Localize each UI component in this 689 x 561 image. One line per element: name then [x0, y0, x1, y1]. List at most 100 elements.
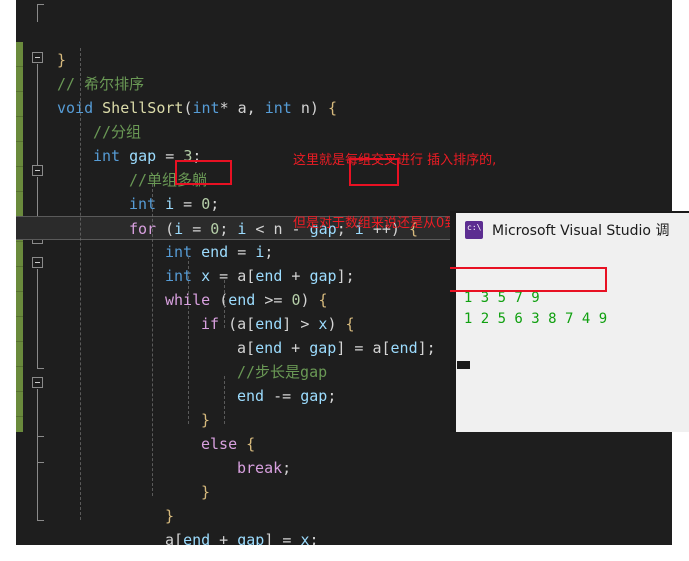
code-token: end [228, 291, 256, 309]
code-token: for [129, 220, 157, 238]
code-token: < [246, 220, 274, 238]
code-token: gap [237, 531, 265, 545]
code-token: -= [264, 387, 301, 405]
code-line[interactable]: else { [53, 432, 672, 456]
code-line[interactable]: a[end + gap] = x; [53, 528, 672, 545]
code-token: ; [219, 220, 238, 238]
code-token: // 希尔排序 [57, 75, 145, 93]
code-token: = [183, 220, 211, 238]
code-token: ; [327, 387, 337, 405]
code-token: } [165, 507, 175, 525]
fold-toggle-for-loop[interactable] [32, 165, 43, 176]
screenshot-root: }// 希尔排序 void ShellSort(int* a, int n) {/… [0, 0, 689, 561]
code-token: { [318, 291, 328, 309]
code-token: 0 [210, 220, 220, 238]
code-line[interactable]: // 希尔排序 [53, 72, 672, 96]
code-token: a [165, 531, 175, 545]
code-token: int [165, 267, 193, 285]
code-line[interactable]: } [53, 48, 672, 72]
code-token: = [156, 147, 184, 165]
console-output-line: 0 1 3 5 7 9 [456, 290, 540, 306]
code-token: [ [174, 531, 184, 545]
code-line[interactable]: } [53, 480, 672, 504]
code-token: end [237, 387, 265, 405]
code-line[interactable]: } [53, 504, 672, 528]
code-token: [ [246, 267, 256, 285]
code-token: a [372, 339, 382, 357]
code-token: ( [228, 315, 238, 333]
fold-guide-tick [37, 436, 44, 437]
console-title-text: Microsoft Visual Studio 调 [492, 222, 670, 239]
code-token: } [201, 411, 211, 429]
code-token: ) [327, 315, 346, 333]
outlining-gutter[interactable] [23, 0, 53, 545]
code-token: int [192, 99, 220, 117]
code-token: = [174, 195, 202, 213]
code-token: ; [264, 243, 274, 261]
code-line[interactable]: break; [53, 456, 672, 480]
code-token: else [201, 435, 238, 453]
code-token: ; [210, 195, 220, 213]
code-token: a [237, 99, 247, 117]
console-app-icon [465, 220, 483, 239]
code-token: { [246, 435, 256, 453]
code-token: int [165, 243, 193, 261]
console-cursor [457, 361, 470, 369]
code-token: if [201, 315, 220, 333]
code-token: [ [246, 315, 256, 333]
code-token: = [210, 267, 238, 285]
code-token: //步长是gap [237, 363, 328, 381]
code-token: end [183, 531, 211, 545]
code-token: , [246, 99, 265, 117]
code-token: = [228, 243, 256, 261]
code-token: ShellSort [102, 99, 184, 117]
code-token: * [219, 99, 229, 117]
fold-guide-tick [37, 4, 44, 5]
code-token: ; [282, 459, 292, 477]
console-output: 0 1 3 5 7 95 1 2 5 6 3 8 7 4 9 D:\c-lear… [456, 246, 689, 432]
fold-toggle-if-block[interactable] [32, 257, 43, 268]
code-token: ] [282, 315, 292, 333]
console-title-bar[interactable]: Microsoft Visual Studio 调 [456, 213, 689, 246]
code-token: int [93, 147, 121, 165]
code-token: + [282, 339, 310, 357]
code-token: } [57, 51, 67, 69]
fold-guide-line [37, 389, 38, 436]
code-token: } [201, 483, 211, 501]
code-token: int [129, 195, 157, 213]
code-token: ] [417, 339, 427, 357]
code-token: 0 [201, 195, 211, 213]
code-token: x [300, 531, 310, 545]
code-token: n [273, 220, 283, 238]
debug-console-window[interactable]: Microsoft Visual Studio 调 0 1 3 5 7 9 5 1… [450, 211, 689, 432]
code-token: = [345, 339, 373, 357]
code-token: end [255, 315, 283, 333]
code-token: gap [300, 387, 328, 405]
code-token: //分组 [93, 123, 142, 141]
code-token: = [273, 531, 301, 545]
code-token: i [174, 220, 184, 238]
code-token: ; [192, 147, 202, 165]
code-token: [ [246, 339, 256, 357]
code-token: ; [309, 531, 319, 545]
fold-toggle-function[interactable] [32, 52, 43, 63]
code-token: >= [255, 291, 292, 309]
console-output-lines: 0 1 3 5 7 9 5 1 2 5 6 3 8 7 4 9 [456, 288, 689, 330]
code-token: ) [300, 291, 319, 309]
code-token: void [57, 99, 94, 117]
code-token: end [201, 243, 229, 261]
fold-guide-tick [37, 368, 44, 369]
fold-toggle-else-block[interactable] [32, 377, 43, 388]
code-token: //单组多躺 [129, 171, 208, 189]
fold-guide-tick [37, 462, 44, 463]
code-token: ( [219, 291, 229, 309]
console-output-line: 5 1 2 5 6 3 8 7 4 9 [456, 311, 608, 327]
code-token: a [237, 339, 247, 357]
code-token: x [201, 267, 211, 285]
